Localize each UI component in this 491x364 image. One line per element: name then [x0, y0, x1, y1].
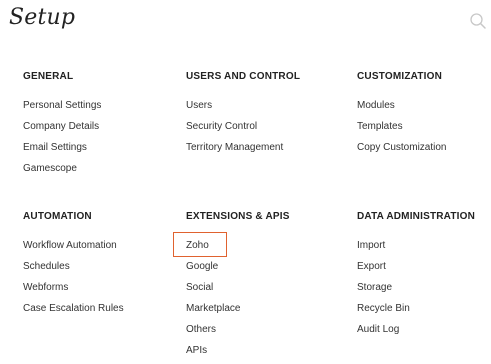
link-schedules[interactable]: Schedules [23, 261, 70, 272]
section-heading-data-administration: DATA ADMINISTRATION [357, 211, 476, 222]
section-heading-extensions-apis: EXTENSIONS & APIS [186, 211, 290, 222]
section-heading-customization: CUSTOMIZATION [357, 71, 443, 82]
link-export[interactable]: Export [357, 261, 386, 272]
link-templates[interactable]: Templates [357, 121, 403, 132]
link-personal-settings[interactable]: Personal Settings [23, 100, 101, 111]
search-icon[interactable] [469, 12, 487, 30]
header: Setup [0, 0, 491, 48]
link-users[interactable]: Users [186, 100, 212, 111]
link-others[interactable]: Others [186, 324, 216, 335]
link-social[interactable]: Social [186, 282, 213, 293]
page-title: Setup [9, 5, 76, 30]
link-copy-customization[interactable]: Copy Customization [357, 142, 446, 153]
link-import[interactable]: Import [357, 240, 385, 251]
link-company-details[interactable]: Company Details [23, 121, 99, 132]
link-storage[interactable]: Storage [357, 282, 392, 293]
section-heading-general: GENERAL [23, 71, 74, 82]
link-modules[interactable]: Modules [357, 100, 395, 111]
zoho-highlight-box [173, 232, 227, 257]
link-google[interactable]: Google [186, 261, 218, 272]
link-audit-log[interactable]: Audit Log [357, 324, 399, 335]
link-workflow-automation[interactable]: Workflow Automation [23, 240, 117, 251]
link-email-settings[interactable]: Email Settings [23, 142, 87, 153]
link-apis[interactable]: APIs [186, 345, 207, 356]
link-marketplace[interactable]: Marketplace [186, 303, 240, 314]
link-security-control[interactable]: Security Control [186, 121, 257, 132]
section-heading-users-and-control: USERS AND CONTROL [186, 71, 301, 82]
link-territory-management[interactable]: Territory Management [186, 142, 283, 153]
section-heading-automation: AUTOMATION [23, 211, 92, 222]
link-recycle-bin[interactable]: Recycle Bin [357, 303, 410, 314]
link-webforms[interactable]: Webforms [23, 282, 68, 293]
link-case-escalation-rules[interactable]: Case Escalation Rules [23, 303, 124, 314]
link-gamescope[interactable]: Gamescope [23, 163, 77, 174]
